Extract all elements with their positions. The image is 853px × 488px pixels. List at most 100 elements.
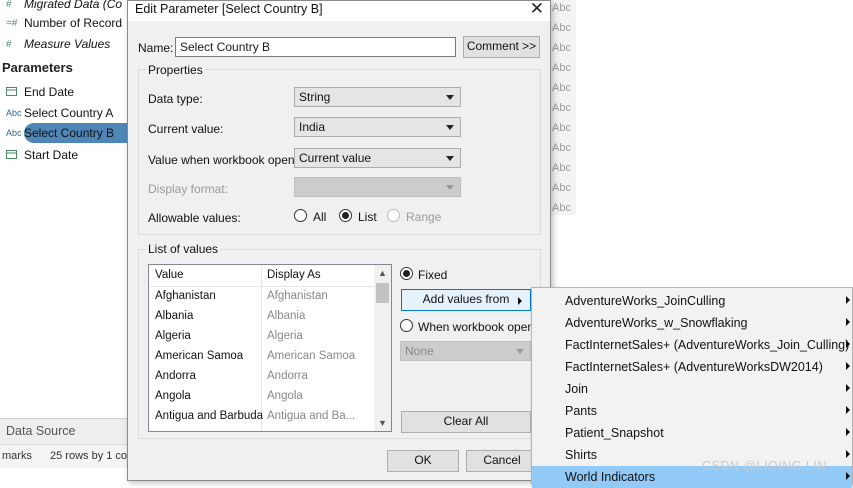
menu-item-datasource[interactable]: Pants [532,400,852,422]
chevron-right-icon [846,384,850,392]
allowable-range-label: Range [406,210,442,224]
field-label: Measure Values [24,37,111,51]
workbook-opens-value: Current value [299,151,372,165]
cell-display: Algeria [267,330,303,342]
field-label: Number of Record [24,16,123,30]
cell-display: Afghanistan [267,290,328,302]
field-number-of-records[interactable]: =# Number of Record [6,13,122,33]
close-icon[interactable]: ✕ [530,0,544,19]
menu-item-datasource[interactable]: Patient_Snapshot [532,422,852,444]
allowable-list-radio[interactable] [339,209,352,222]
cell-value: Albania [155,310,194,322]
menu-item-label: AdventureWorks_JoinCulling [565,294,726,308]
status-rows: 25 rows by 1 co [50,450,128,462]
measure-icon: # [6,0,12,10]
chevron-right-icon [846,362,850,370]
menu-item-datasource[interactable]: AdventureWorks_w_Snowflaking [532,312,852,334]
abc-cell: Abc [552,2,571,14]
allowable-range-radio [387,209,400,222]
when-workbook-opens-radio[interactable] [400,319,413,332]
edit-parameter-dialog: Edit Parameter [Select Country B] ✕ Name… [127,0,551,481]
chevron-down-icon [446,156,454,161]
workbook-opens-select[interactable]: Current value [294,148,461,168]
table-row[interactable]: Albania Albania [149,307,375,327]
clear-all-button[interactable]: Clear All [401,411,531,433]
data-type-select[interactable]: String [294,87,461,107]
scroll-thumb[interactable] [376,283,389,303]
comment-button[interactable]: Comment >> [463,36,540,58]
when-workbook-opens-label[interactable]: When workbook opens [418,320,540,334]
menu-item-datasource[interactable]: AdventureWorks_JoinCulling [532,290,852,312]
fixed-radio[interactable] [400,267,413,280]
menu-item-label: Shirts [565,448,597,462]
table-row[interactable]: Antigua and Barbuda Antigua and Ba... [149,407,375,427]
fixed-label[interactable]: Fixed [418,268,447,282]
chevron-right-icon [846,406,850,414]
chevron-down-icon [446,125,454,130]
field-label: Migrated Data (Co [24,0,123,11]
chevron-right-icon [846,340,850,348]
parameter-label: End Date [24,85,75,99]
chevron-right-icon [846,296,850,304]
scroll-down-icon[interactable]: ▼ [378,418,387,428]
data-type-label: Data type: [148,92,203,106]
parameter-end-date[interactable]: End Date [6,82,74,102]
current-value-select[interactable]: India [294,117,461,137]
workbook-opens-label: Value when workbook opens: [148,153,304,167]
abc-cell: Abc [552,162,571,174]
abc-cell: Abc [552,22,571,34]
allowable-values-label: Allowable values: [148,211,241,225]
name-input[interactable]: Select Country B [175,37,456,57]
abc-cell: Abc [552,142,571,154]
menu-item-label: Pants [565,404,597,418]
allowable-all-radio[interactable] [294,209,307,222]
cell-display: American Samoa [267,350,356,362]
allowable-list-label[interactable]: List [358,210,377,224]
add-values-from-button[interactable]: Add values from [401,289,531,311]
table-row[interactable]: Angola Angola [149,387,375,407]
when-opens-source-value: None [405,344,434,358]
menu-item-datasource[interactable]: FactInternetSales+ (AdventureWorks_Join_… [532,334,852,356]
calendar-icon [6,86,24,99]
data-source-tab[interactable]: Data Source [6,424,75,438]
chevron-down-icon [446,185,454,190]
dialog-titlebar[interactable]: Edit Parameter [Select Country B] ✕ [128,0,550,21]
chevron-down-icon [446,95,454,100]
column-header-value[interactable]: Value [155,269,184,281]
sheet-tab-bar: Data Source [0,418,128,444]
cancel-button[interactable]: Cancel [466,450,538,472]
properties-title: Properties [146,63,205,77]
table-row[interactable]: Andorra Andorra [149,367,375,387]
cell-value: Angola [155,390,191,402]
string-type-icon: Abc [6,128,22,138]
menu-item-datasource[interactable]: FactInternetSales+ (AdventureWorksDW2014… [532,356,852,378]
table-row[interactable]: Algeria Algeria [149,327,375,347]
add-values-menu: AdventureWorks_JoinCulling AdventureWork… [531,287,853,488]
scroll-up-icon[interactable]: ▲ [378,268,387,278]
allowable-all-label[interactable]: All [313,210,326,224]
table-scrollbar[interactable]: ▲ ▼ [374,265,391,431]
display-format-select [294,177,461,197]
menu-item-label: FactInternetSales+ (AdventureWorksDW2014… [565,360,823,374]
table-row[interactable]: Afghanistan Afghanistan [149,287,375,307]
display-format-label: Display format: [148,182,229,196]
abc-cell: Abc [552,182,571,194]
cell-display: Antigua and Ba... [267,410,356,422]
table-row[interactable]: American Samoa American Samoa [149,347,375,367]
field-measure-values[interactable]: # Measure Values [6,34,110,54]
parameter-start-date[interactable]: Start Date [6,145,78,165]
parameter-select-country-b[interactable]: Abc Select Country B [6,123,114,143]
abc-cell: Abc [552,202,571,214]
chevron-right-icon [846,428,850,436]
calendar-icon [6,149,24,162]
ok-button[interactable]: OK [387,450,459,472]
status-bar: marks 25 rows by 1 co [0,444,128,468]
column-header-display-as[interactable]: Display As [267,269,321,281]
abc-cell: Abc [552,62,571,74]
cell-display: Albania [267,310,306,322]
values-table[interactable]: Value Display As Afghanistan Afghanistan… [148,264,392,432]
menu-item-datasource[interactable]: Join [532,378,852,400]
chevron-right-icon [846,450,850,458]
field-migrated-data[interactable]: # Migrated Data (Co [6,0,122,14]
parameter-select-country-a[interactable]: Abc Select Country A [6,103,113,123]
